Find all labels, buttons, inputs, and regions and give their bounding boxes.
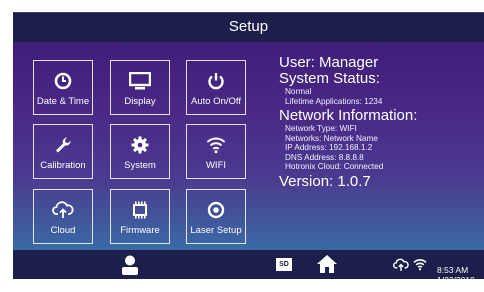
home-icon[interactable] [316, 254, 338, 274]
cloud-status-icon [393, 258, 409, 271]
network-type: Network Type: WIFI [285, 124, 357, 133]
clock-icon [54, 72, 72, 90]
target-icon [207, 201, 225, 219]
cloud-icon [52, 201, 74, 218]
wifi-icon [206, 137, 226, 154]
wrench-icon [56, 137, 71, 153]
chip-icon [133, 201, 147, 219]
cloud-button[interactable]: Cloud [33, 189, 93, 244]
lifetime-applications: Lifetime Applications: 1234 [285, 96, 383, 106]
status-value: Normal [285, 87, 312, 96]
wifi-status-icon [413, 259, 427, 271]
version-text: Version: 1.0.7 [279, 172, 371, 190]
power-icon [208, 73, 224, 90]
wifi-button[interactable]: WIFI [186, 124, 246, 179]
calibration-label: Calibration [40, 160, 86, 171]
date-time-label: Date & Time [36, 96, 90, 107]
display-label: Display [124, 96, 156, 107]
header-bar: Setup [13, 12, 484, 43]
wifi-label: WIFI [205, 160, 227, 171]
ip-address: IP Address: 192.168.1.2 [285, 143, 373, 152]
auto-on-off-button[interactable]: Auto On/Off [186, 60, 246, 115]
laser-setup-label: Laser Setup [190, 225, 242, 236]
network-info-heading: Network Information: [279, 107, 418, 124]
dns-address: DNS Address: 8.8.8.8 [285, 152, 364, 162]
device-screen: Setup Date & Time Display Auto On/Off Ca… [0, 0, 484, 292]
gear-icon [131, 136, 149, 154]
date-text: 1/23/2019 [437, 275, 475, 285]
system-status-heading: System Status: [279, 70, 380, 87]
cloud-status: Hotronix Cloud: Connected [285, 162, 384, 171]
monitor-icon [129, 72, 151, 90]
firmware-label: Firmware [120, 225, 160, 236]
system-label: System [124, 160, 156, 171]
clock-display: 8:53 AM 1/23/2019 [437, 265, 475, 285]
network-name: Networks: Network Name [285, 133, 378, 143]
sd-card-label: SD [279, 261, 289, 268]
cloud-label: Cloud [50, 225, 76, 236]
sd-card-icon[interactable]: SD [276, 258, 292, 271]
auto-on-off-label: Auto On/Off [191, 96, 241, 107]
status-panel: User: Manager System Status: Normal Life… [279, 55, 484, 190]
laser-setup-button[interactable]: Laser Setup [186, 189, 246, 244]
time-text: 8:53 AM [437, 265, 469, 275]
calibration-button[interactable]: Calibration [33, 124, 93, 179]
footer-bar: SD [13, 250, 484, 279]
page-title: Setup [228, 18, 269, 35]
display-button[interactable]: Display [110, 60, 170, 115]
system-button[interactable]: System [110, 124, 170, 179]
firmware-button[interactable]: Firmware [110, 189, 170, 244]
date-time-button[interactable]: Date & Time [33, 60, 93, 115]
user-text: User: Manager [279, 54, 379, 71]
user-icon[interactable] [121, 255, 139, 275]
